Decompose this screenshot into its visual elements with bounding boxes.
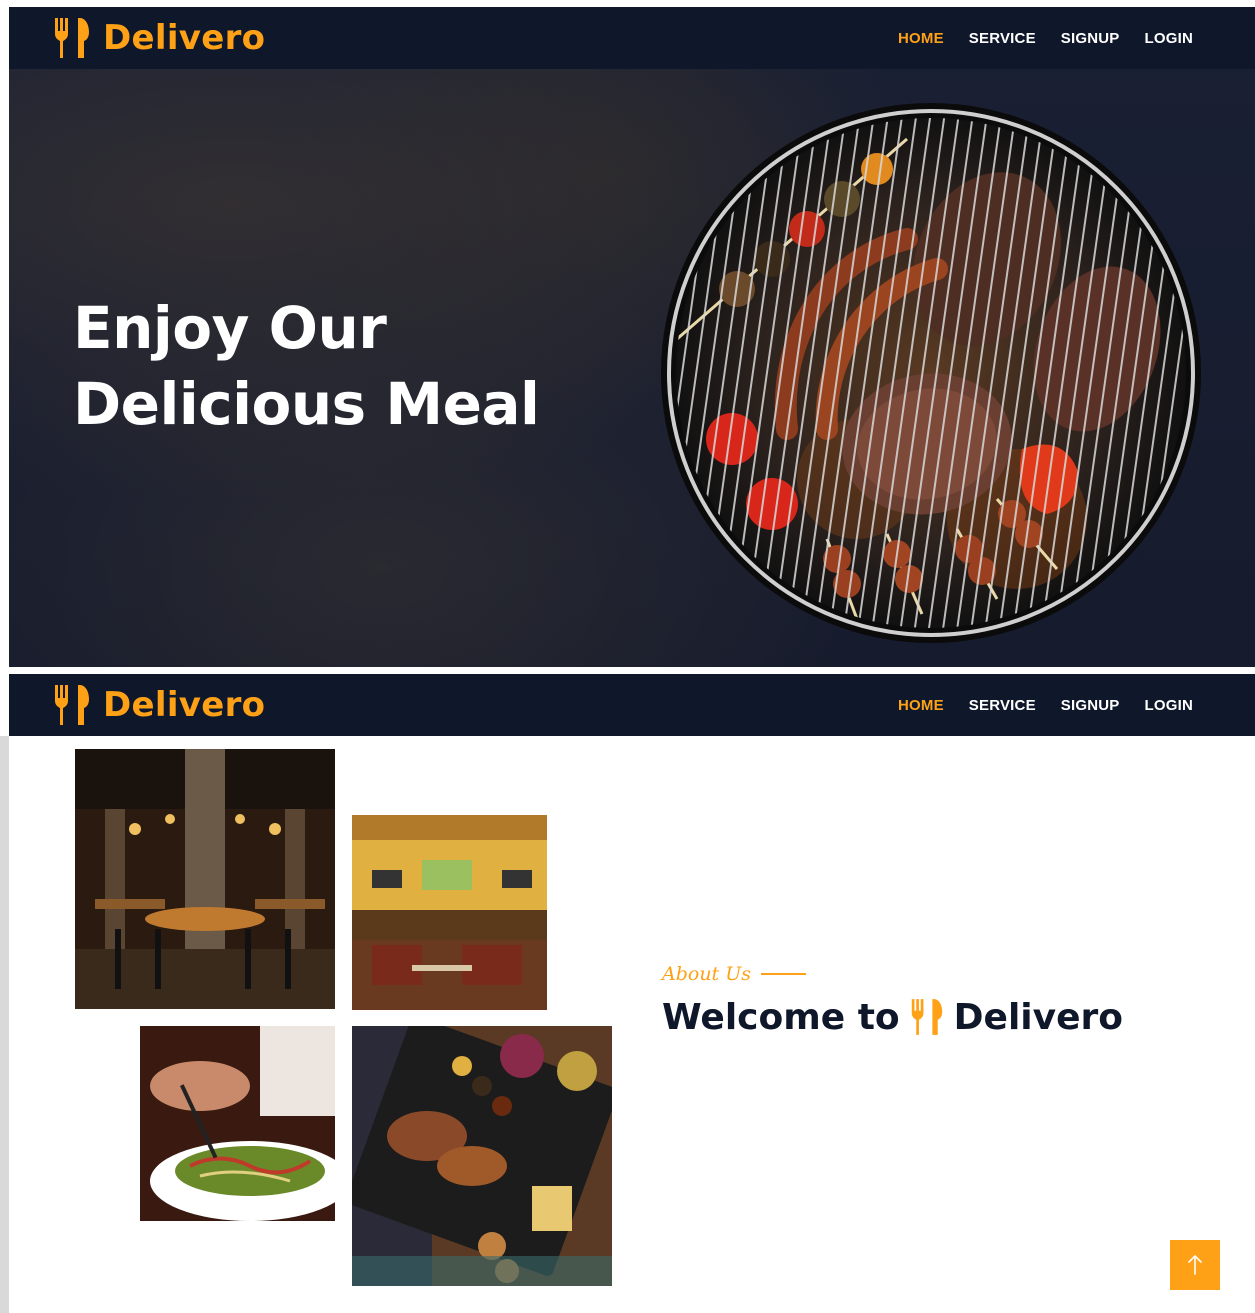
salad-plate-photo [140,1026,335,1221]
hero-title-line2: Delicious Meal [73,370,540,438]
nav-signup[interactable]: SIGNUP [1061,30,1120,47]
brand-name: Delivero [103,18,266,58]
nav-links: HOME SERVICE SIGNUP LOGIN [898,697,1193,714]
subtitle-divider [761,973,806,975]
nav-service[interactable]: SERVICE [969,697,1036,714]
top-navbar: Delivero HOME SERVICE SIGNUP LOGIN [9,7,1255,69]
hero-section: Delivero HOME SERVICE SIGNUP LOGIN Enjoy… [9,7,1255,667]
nav-signup[interactable]: SIGNUP [1061,697,1120,714]
nav-home[interactable]: HOME [898,697,944,714]
nav-login[interactable]: LOGIN [1145,697,1194,714]
page-edge [0,736,9,1313]
hero-title-line1: Enjoy Our [73,294,387,362]
hero-title: Enjoy Our Delicious Meal [73,290,540,442]
about-heading-brand: Delivero [953,996,1124,1038]
brand-name: Delivero [103,685,266,725]
about-heading: Welcome to Delivero [662,996,1123,1038]
utensils-icon [55,685,89,725]
about-subtitle: About Us [662,963,806,985]
nav-login[interactable]: LOGIN [1145,30,1194,47]
brand-logo[interactable]: Delivero [53,16,265,60]
nav-service[interactable]: SERVICE [969,30,1036,47]
about-subtitle-text: About Us [662,963,751,985]
brand-logo[interactable]: Delivero [53,683,265,727]
about-navbar: Delivero HOME SERVICE SIGNUP LOGIN [9,674,1255,736]
utensils-icon [911,999,942,1035]
food-platter-photo [352,1026,612,1286]
utensils-icon [55,18,89,58]
nav-home[interactable]: HOME [898,30,944,47]
back-to-top-button[interactable] [1170,1240,1220,1290]
restaurant-interior-bright-photo [352,815,547,1010]
arrow-up-icon [1188,1255,1202,1275]
restaurant-interior-dark-photo [75,749,335,1009]
hero-grill-image [661,103,1201,643]
nav-links: HOME SERVICE SIGNUP LOGIN [898,30,1193,47]
about-heading-prefix: Welcome to [662,996,900,1038]
